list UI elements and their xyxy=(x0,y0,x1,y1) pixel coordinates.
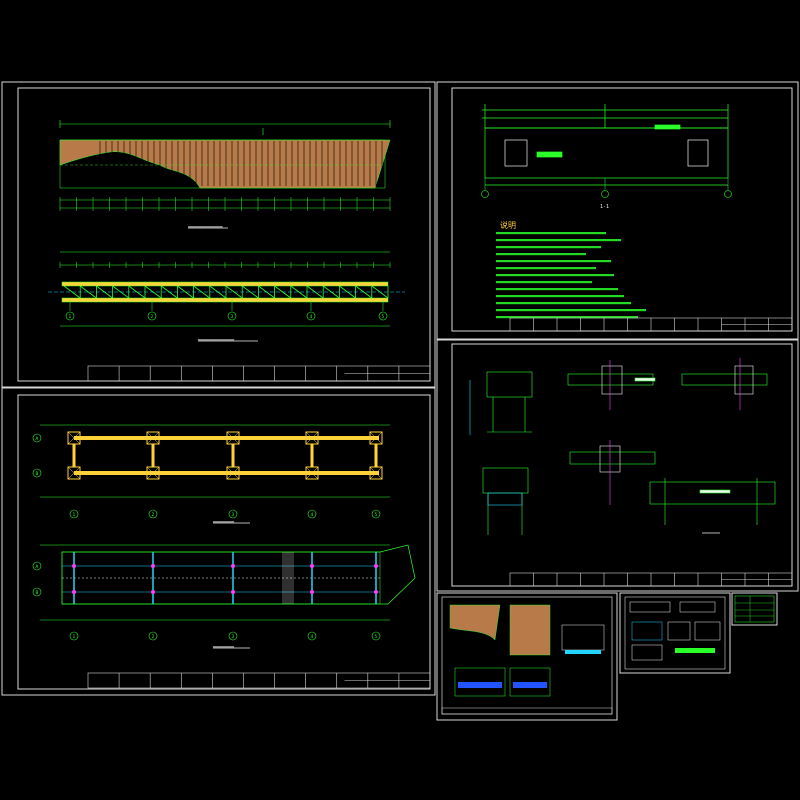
title-block-sheet-elevation xyxy=(87,365,431,382)
note-line xyxy=(496,302,631,305)
sheet-mini-b xyxy=(619,592,731,674)
deck-plan: 1 2 3 4 5 A B xyxy=(32,544,416,641)
foundation-plan: 1 2 3 4 5AB xyxy=(32,424,390,519)
note-line xyxy=(496,309,646,312)
sheet-notes: 1-1 说明 xyxy=(436,81,799,341)
axis-label: 5 xyxy=(375,512,378,518)
cad-drawing-canvas: ▁▁▁▁▁▁▁▁▁ 1 2 3 4 5 ▁▁▁▁▁▁▁▁▁▁▁▁ 1 2 3 4 5AB… xyxy=(1,81,799,721)
post-node xyxy=(151,590,155,594)
detail-bearing-plate xyxy=(649,478,776,525)
note-line xyxy=(496,246,601,249)
notes-text-block xyxy=(496,232,646,319)
section-label: 1-1 xyxy=(600,204,609,210)
sheet-mini-c xyxy=(731,592,778,626)
axis-label: 5 xyxy=(382,314,385,320)
axis-label: 3 xyxy=(232,634,235,640)
detail-pier-cap xyxy=(469,371,533,435)
note-line xyxy=(496,267,596,270)
note-line xyxy=(496,288,618,291)
post-node xyxy=(374,590,378,594)
axis-bubble xyxy=(724,190,732,198)
axis-label: 1 xyxy=(73,634,76,640)
note-line xyxy=(496,274,614,277)
detail-abutment xyxy=(482,467,529,535)
note-line xyxy=(496,260,611,263)
post-node xyxy=(231,590,235,594)
axis-label: 4 xyxy=(311,634,314,640)
axis-bubble xyxy=(601,190,609,198)
axis-label: A xyxy=(36,564,39,570)
axis-label: 5 xyxy=(375,634,378,640)
notes-heading: 说明 xyxy=(500,220,516,230)
axis-label: 2 xyxy=(152,512,155,518)
elevation-dimension-line xyxy=(59,120,391,135)
elevation-bottom-dimensions xyxy=(59,197,391,211)
retaining-wall-elevation xyxy=(59,139,391,189)
detail-beam-joint xyxy=(681,358,768,410)
beam-section-elevation xyxy=(482,104,729,186)
deck-plan-caption: ▁▁▁▁▁▁▁ xyxy=(212,642,235,648)
axis-label: 4 xyxy=(311,512,314,518)
post-node xyxy=(310,564,314,568)
note-line xyxy=(496,295,624,298)
axis-label: 4 xyxy=(310,314,313,320)
axis-label: 2 xyxy=(151,314,154,320)
post-node xyxy=(231,564,235,568)
title-block-sheet-notes xyxy=(509,317,793,332)
sheet-elevation: ▁▁▁▁▁▁▁▁▁ 1 2 3 4 5 ▁▁▁▁▁▁▁▁▁▁▁▁ xyxy=(1,81,436,388)
axis-label: B xyxy=(36,590,39,596)
note-line xyxy=(496,232,606,235)
sheet-mini-a xyxy=(436,592,618,721)
post-node xyxy=(151,564,155,568)
post-node xyxy=(310,590,314,594)
post-node xyxy=(72,564,76,568)
axis-label: 3 xyxy=(231,314,234,320)
foundation-plan-caption: ▁▁▁▁▁▁▁ xyxy=(212,517,235,523)
axis-label: 1 xyxy=(73,512,76,518)
title-block-sheet-details xyxy=(509,572,793,587)
sheet-details xyxy=(436,338,799,592)
truss-caption: ▁▁▁▁▁▁▁▁▁▁▁▁ xyxy=(197,335,235,341)
note-line xyxy=(496,281,592,284)
title-block-sheet-plan xyxy=(87,672,431,689)
note-line xyxy=(496,239,621,242)
detail-connection xyxy=(569,440,656,505)
axis-label: B xyxy=(36,471,39,477)
axis-label: A xyxy=(36,436,39,442)
post-node xyxy=(374,564,378,568)
note-line xyxy=(496,253,586,256)
axis-label: 1 xyxy=(69,314,72,320)
post-node xyxy=(72,590,76,594)
detail-beam-splice xyxy=(567,360,656,410)
axis-bubble xyxy=(481,190,489,198)
axis-label: 2 xyxy=(152,634,155,640)
elevation-caption: ▁▁▁▁▁▁▁▁▁ xyxy=(187,222,223,228)
sheet-plan: 1 2 3 4 5 A B ▁▁▁▁▁▁▁ 1 2 3 4 5 A B ▁▁▁▁▁▁▁ xyxy=(1,387,436,696)
truss-elevation: 1 2 3 4 5 xyxy=(48,251,405,327)
